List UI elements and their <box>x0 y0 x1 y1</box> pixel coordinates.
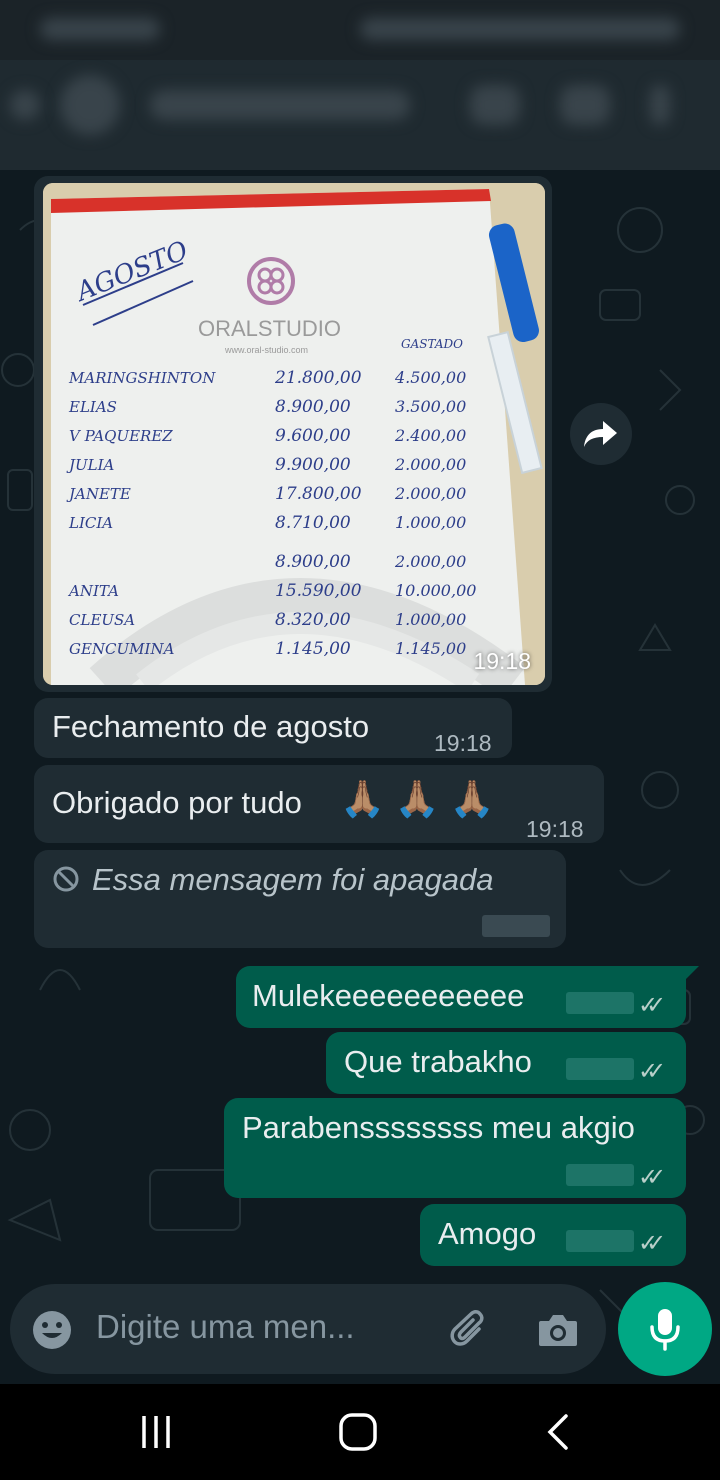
sheet-row-value: 8.900,00 <box>275 397 351 417</box>
read-ticks-icon: ✓✓ <box>638 1164 666 1191</box>
sheet-row-gasto: 2.000,00 <box>394 484 466 503</box>
sheet-row-gasto: 1.000,00 <box>395 513 466 532</box>
photo-sheet-drawing: ORALSTUDIO www.oral-studio.com AGOSTO GA… <box>43 183 545 685</box>
message-time: 19:18 <box>526 816 584 842</box>
message-time-blurred <box>566 1230 634 1252</box>
deleted-icon <box>53 866 79 892</box>
sheet-row-name: ELIAS <box>68 398 117 416</box>
message-out-2[interactable]: Que trabakho ✓✓ <box>326 1032 686 1094</box>
message-text: Amogo <box>438 1216 537 1251</box>
message-fechamento[interactable]: Fechamento de agosto 19:18 <box>34 698 512 758</box>
attach-button[interactable] <box>446 1306 494 1354</box>
read-ticks-icon: ✓✓ <box>638 1230 666 1257</box>
sheet-row-gasto: 2.000,00 <box>394 552 466 571</box>
video-call-icon[interactable] <box>470 85 520 125</box>
message-out-4[interactable]: Amogo ✓✓ <box>420 1204 686 1266</box>
sheet-row-name: CLEUSA <box>69 611 135 629</box>
sheet-gastos-header: GASTADO <box>401 337 463 351</box>
mic-icon <box>650 1309 680 1351</box>
message-text: Obrigado por tudo <box>52 785 302 820</box>
sheet-row-name: JANETE <box>66 485 131 503</box>
message-time-blurred <box>566 1164 634 1186</box>
contact-name-blur[interactable] <box>150 90 410 120</box>
camera-icon <box>539 1315 577 1346</box>
sheet-row-value: 15.590,00 <box>275 581 362 601</box>
message-out-1[interactable]: Mulekeeeeeeeeeee ✓✓ <box>236 966 686 1028</box>
message-text: Mulekeeeeeeeeeee <box>252 978 525 1013</box>
sheet-row-value: 1.145,00 <box>275 639 351 659</box>
sheet-row-value: 9.600,00 <box>275 426 351 446</box>
photo-image[interactable]: ORALSTUDIO www.oral-studio.com AGOSTO GA… <box>43 183 545 685</box>
sheet-row-value: 17.800,00 <box>275 484 362 504</box>
back-icon[interactable] <box>540 1412 580 1452</box>
read-ticks-icon: ✓✓ <box>638 992 666 1019</box>
forward-icon <box>584 421 617 447</box>
camera-button[interactable] <box>534 1306 582 1354</box>
sheet-row-gasto: 2.000,00 <box>394 455 466 474</box>
sheet-row-name: JULIA <box>66 456 115 474</box>
chat-header[interactable] <box>0 60 720 170</box>
message-input[interactable]: Digite uma men... <box>96 1308 355 1346</box>
sheet-site: www.oral-studio.com <box>224 345 308 355</box>
sheet-row-value: 8.320,00 <box>275 610 351 630</box>
menu-icon[interactable] <box>650 85 670 125</box>
back-arrow-blur[interactable] <box>10 90 40 120</box>
message-text: Parabenssssssss meu akgio <box>242 1110 635 1145</box>
message-time-blurred <box>482 915 550 937</box>
sheet-row-name: MARINGSHINTON <box>68 369 216 387</box>
sheet-row-name: ANITA <box>67 582 119 600</box>
photo-time: 19:18 <box>473 648 531 674</box>
message-time-blurred <box>566 1058 634 1080</box>
voice-call-icon[interactable] <box>560 85 610 125</box>
sheet-row-gasto: 2.400,00 <box>394 426 466 445</box>
sheet-row-gasto: 3.500,00 <box>395 397 466 416</box>
sheet-row-gasto: 4.500,00 <box>394 368 466 387</box>
photo-message[interactable]: ORALSTUDIO www.oral-studio.com AGOSTO GA… <box>34 176 552 692</box>
emoji-icon <box>33 1311 71 1349</box>
sheet-row-name: GENCUMINA <box>69 640 175 658</box>
sheet-row-value: 21.800,00 <box>274 368 362 388</box>
sheet-brand: ORALSTUDIO <box>198 316 341 341</box>
message-time-blurred <box>566 992 634 1014</box>
sheet-row-name: V PAQUEREZ <box>69 427 173 445</box>
sheet-row-name: LICIA <box>68 514 113 532</box>
emoji-button[interactable] <box>30 1308 74 1352</box>
message-time: 19:18 <box>434 730 492 756</box>
status-blur <box>360 18 680 40</box>
sheet-row-gasto: 1.145,00 <box>395 639 466 658</box>
forward-button[interactable] <box>570 403 632 465</box>
deleted-text: Essa mensagem foi apagada <box>92 862 494 897</box>
message-out-3[interactable]: Parabenssssssss meu akgio ✓✓ <box>224 1098 686 1198</box>
read-ticks-icon: ✓✓ <box>638 1058 666 1085</box>
sheet-row-value: 8.900,00 <box>275 552 351 572</box>
voice-record-button[interactable] <box>618 1282 712 1376</box>
sheet-row-value: 8.710,00 <box>275 513 351 533</box>
status-bar <box>0 0 720 60</box>
sheet-row-gasto: 10.000,00 <box>395 581 476 600</box>
sheet-row-value: 9.900,00 <box>275 455 351 475</box>
message-deleted[interactable]: Essa mensagem foi apagada <box>34 850 566 948</box>
recents-icon[interactable] <box>136 1412 176 1452</box>
attach-icon <box>450 1310 484 1346</box>
message-text: Fechamento de agosto <box>52 709 370 744</box>
message-text: Que trabakho <box>344 1044 532 1079</box>
sheet-row-gasto: 1.000,00 <box>395 610 466 629</box>
pray-emoji: 🙏🏽 🙏🏽 🙏🏽 <box>340 778 495 819</box>
message-input-bar[interactable]: Digite uma men... <box>10 1284 606 1374</box>
message-obrigado[interactable]: Obrigado por tudo 🙏🏽 🙏🏽 🙏🏽 19:18 <box>34 765 604 843</box>
status-blur <box>40 18 160 40</box>
system-nav-bar <box>0 1384 720 1480</box>
home-icon[interactable] <box>338 1412 378 1452</box>
bubble-tail <box>685 966 699 980</box>
avatar[interactable] <box>60 75 120 135</box>
